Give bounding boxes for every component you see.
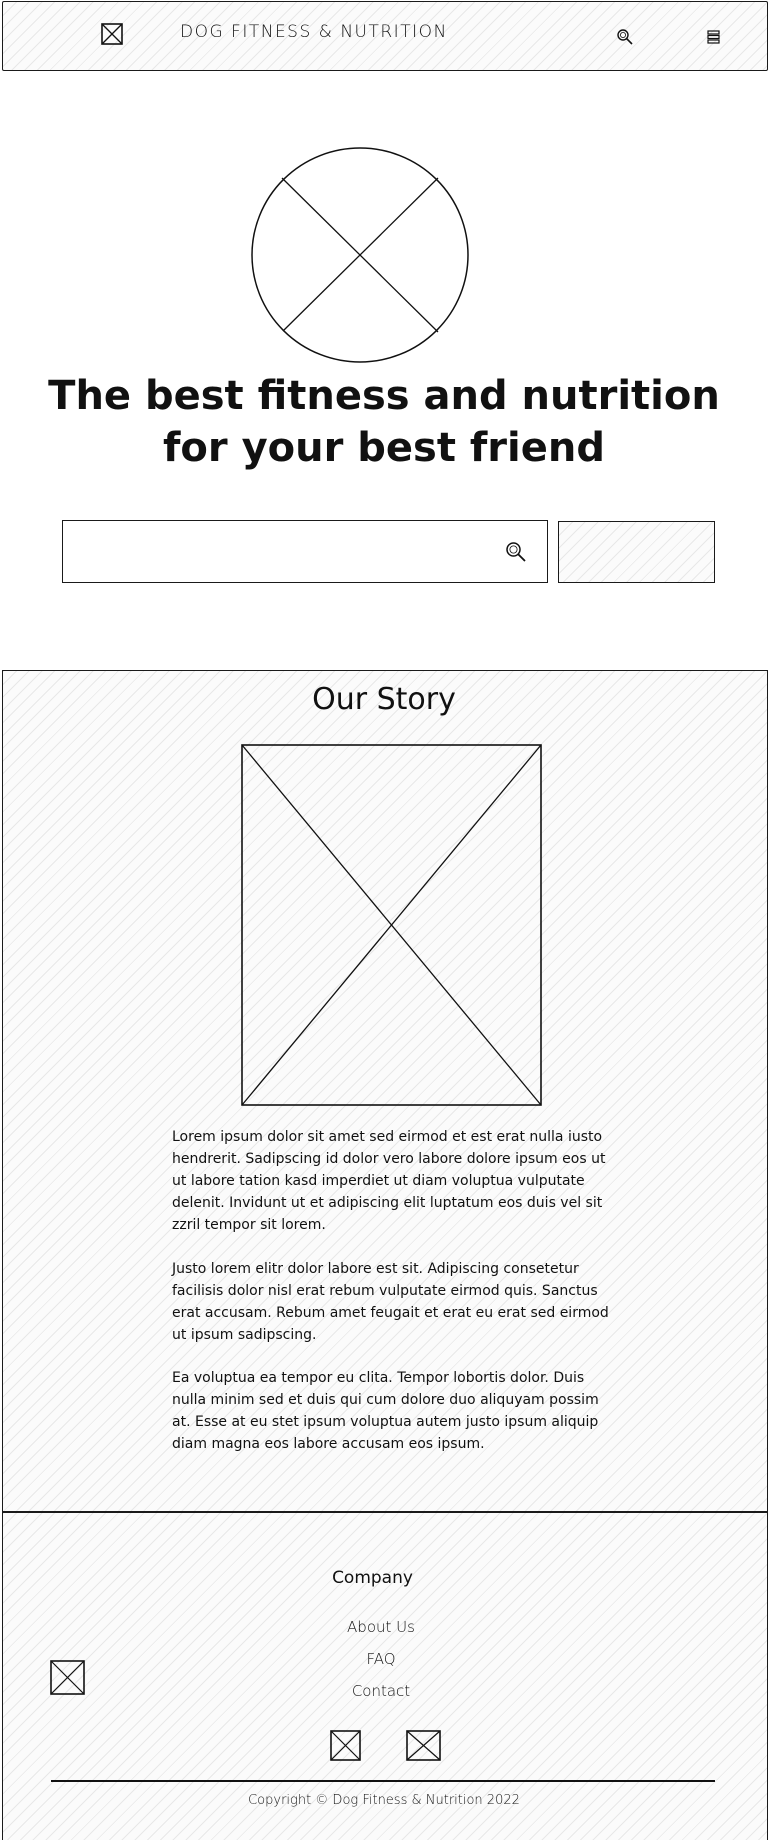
footer-link-contact[interactable]: Contact — [0, 1682, 762, 1700]
hero-title: The best fitness and nutrition for your … — [48, 373, 720, 471]
search-icon[interactable] — [505, 541, 527, 563]
footer-logo-placeholder-icon[interactable] — [50, 1660, 85, 1695]
search-button[interactable] — [558, 521, 715, 583]
story-paragraph: Justo lorem elitr dolor labore est sit. … — [172, 1261, 609, 1343]
search-icon[interactable] — [616, 28, 634, 46]
site-title[interactable]: DOG FITNESS & NUTRITION — [180, 22, 448, 42]
footer-link-about-us[interactable]: About Us — [0, 1618, 762, 1636]
footer-heading: Company — [332, 1568, 413, 1588]
social-placeholder-icon[interactable] — [406, 1730, 441, 1761]
hamburger-menu-icon[interactable] — [705, 29, 723, 45]
hero-image-placeholder — [249, 144, 471, 364]
story-image-placeholder — [241, 744, 542, 1106]
logo-placeholder-icon[interactable] — [101, 23, 123, 45]
social-placeholder-icon[interactable] — [330, 1730, 361, 1761]
story-paragraph: Lorem ipsum dolor sit amet sed eirmod et… — [172, 1129, 606, 1233]
story-paragraph: Ea voluptua ea tempor eu clita. Tempor l… — [172, 1370, 599, 1452]
site-footer — [2, 1512, 768, 1840]
footer-link-faq[interactable]: FAQ — [0, 1650, 762, 1668]
footer-divider — [51, 1780, 715, 1782]
search-input[interactable] — [62, 520, 548, 583]
story-title: Our Story — [312, 682, 456, 717]
copyright-text: Copyright © Dog Fitness & Nutrition 2022 — [248, 1793, 520, 1808]
